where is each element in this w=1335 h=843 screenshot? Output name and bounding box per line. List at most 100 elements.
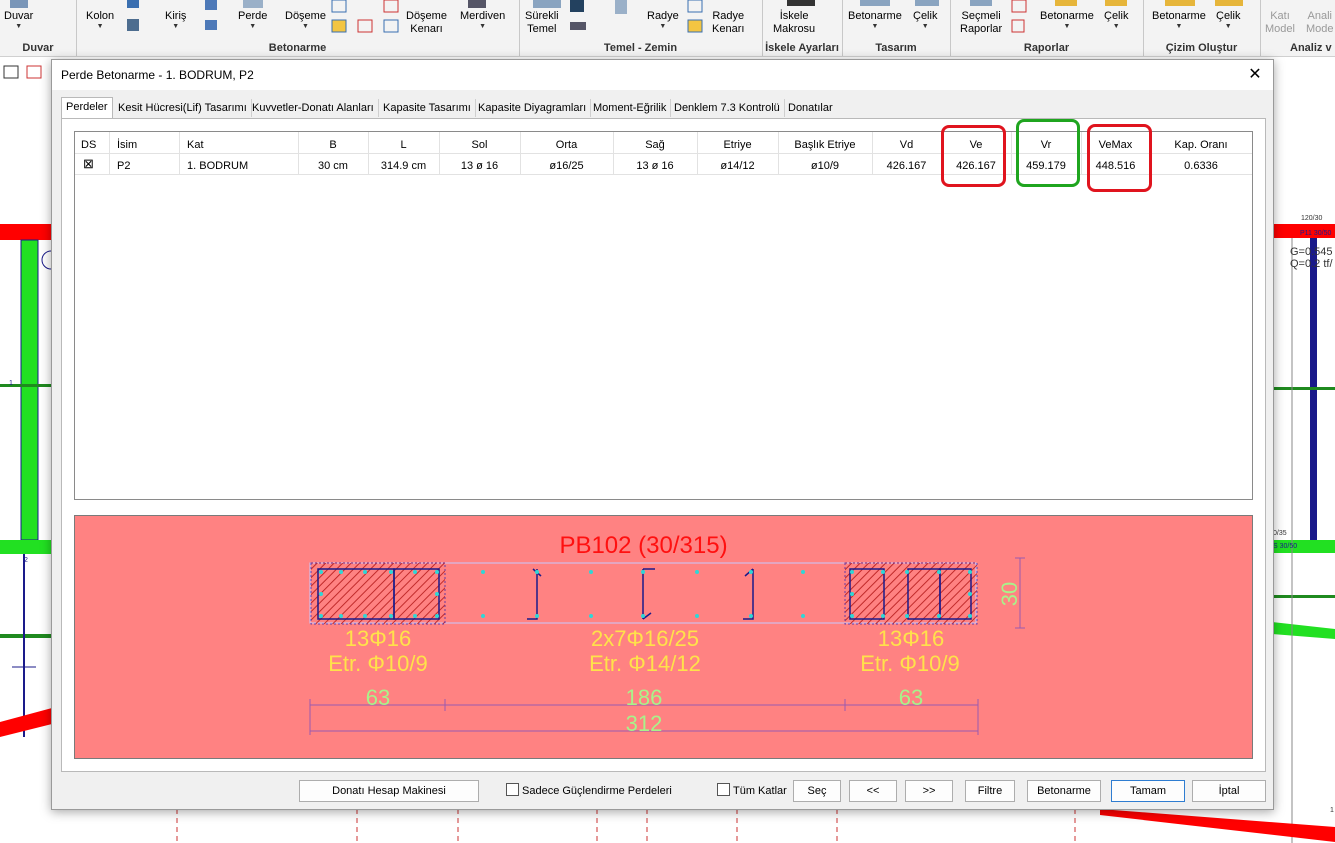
ribbon-separator (1260, 0, 1261, 56)
dimension-left: 63 (365, 685, 391, 710)
cell-isim[interactable]: P2 (117, 160, 130, 172)
ribbon-rapor-betonarme-button[interactable]: Betonarme ▼ (1040, 10, 1094, 30)
tab-kapasite-tasarimi[interactable]: Kapasite Tasarımı (379, 99, 476, 117)
ribbon-group-betonarme: Betonarme (268, 42, 327, 54)
ribbon-radye-button[interactable]: Radye ▼ (647, 10, 679, 30)
sadece-guclendirme-checkbox[interactable]: Sadece Güçlendirme Perdeleri (506, 783, 672, 798)
tab-panel-perdeler: DS İsim Kat B L Sol Orta Sağ Etriye Başl… (61, 118, 1266, 772)
close-icon[interactable]: ✕ (1245, 65, 1265, 85)
dialog-title: Perde Betonarme - 1. BODRUM, P2 (61, 68, 254, 82)
tab-kapasite-diyagramlari[interactable]: Kapasite Diyagramları (474, 99, 592, 117)
tab-kuvvetler-donati[interactable]: Kuvvetler-Donatı Alanları (248, 99, 379, 117)
column-header-l[interactable]: L (368, 139, 439, 151)
row-ds-checkbox[interactable]: ⊠ (83, 156, 94, 172)
cell-sol[interactable]: 13 ø 16 (439, 160, 520, 172)
tab-kesit-hucresi[interactable]: Kesit Hücresi(Lif) Tasarımı (114, 99, 252, 117)
next-button[interactable]: >> (905, 780, 953, 802)
column-header-orta[interactable]: Orta (520, 139, 613, 151)
checkbox-icon[interactable] (506, 783, 519, 796)
ribbon-tasarim-celik-button[interactable]: Çelik ▼ (913, 10, 937, 30)
cell-b[interactable]: 30 cm (298, 160, 368, 172)
section-preview: PB102 (30/315) 13Φ16 Etr. Φ10/9 2x7Φ16/2… (74, 515, 1253, 759)
middle-zone-stirrup: Etr. Φ14/12 (589, 651, 701, 676)
dimension-right: 63 (898, 685, 924, 710)
dimension-middle: 186 (625, 685, 663, 710)
perde-table[interactable]: DS İsim Kat B L Sol Orta Sağ Etriye Başl… (74, 119, 1253, 500)
cell-sag[interactable]: 13 ø 16 (613, 160, 697, 172)
cell-l[interactable]: 314.9 cm (368, 160, 439, 172)
ribbon-doseme-kenari-button[interactable]: Döşeme Kenarı (406, 10, 447, 36)
betonarme-button[interactable]: Betonarme (1027, 780, 1101, 802)
ribbon-cizim-betonarme-button[interactable]: Betonarme ▼ (1152, 10, 1206, 30)
column-header-kat[interactable]: Kat (187, 139, 204, 151)
tab-perdeler[interactable]: Perdeler (61, 97, 113, 119)
highlight-vr (1016, 119, 1080, 187)
cell-etriye[interactable]: ø14/12 (697, 160, 778, 172)
ribbon-group-iskele-ayarlari: İskele Ayarları (765, 42, 839, 54)
ribbon-merdiven-button[interactable]: Merdiven ▼ (460, 10, 505, 30)
drawing-label: 1 (9, 380, 13, 387)
column-header-b[interactable]: B (298, 139, 368, 151)
checkbox-label: Sadece Güçlendirme Perdeleri (522, 785, 672, 797)
filtre-button[interactable]: Filtre (965, 780, 1015, 802)
tamam-button[interactable]: Tamam (1111, 780, 1185, 802)
middle-zone-bars: 2x7Φ16/25 (590, 626, 700, 651)
dimension-total: 312 (625, 711, 663, 736)
ribbon-duvar-button[interactable]: Duvar ▼ (4, 10, 33, 30)
ribbon-kati-model-button[interactable]: Katı Model (1265, 10, 1295, 36)
ribbon-kiris-button[interactable]: Kiriş ▼ (165, 10, 186, 30)
column-header-isim[interactable]: İsim (117, 139, 137, 151)
cell-vd[interactable]: 426.167 (872, 160, 941, 172)
section-title: PB102 (30/315) (559, 532, 728, 559)
ribbon-group-analiz: Analiz v (1290, 42, 1332, 54)
ribbon-group-duvar: Duvar (22, 42, 54, 54)
tab-moment-egrilik[interactable]: Moment-Eğrilik (589, 99, 672, 117)
tum-katlar-checkbox[interactable]: Tüm Katlar (717, 783, 787, 798)
donati-hesap-makinesi-button[interactable]: Donatı Hesap Makinesi (299, 780, 479, 802)
cell-kat[interactable]: 1. BODRUM (187, 160, 248, 172)
ribbon-tasarim-betonarme-button[interactable]: Betonarme ▼ (848, 10, 902, 30)
column-header-ds[interactable]: DS (81, 139, 96, 151)
ribbon-analiz-model-button[interactable]: Anali Mode (1306, 10, 1334, 36)
sec-button[interactable]: Seç (793, 780, 841, 802)
ribbon-doseme-button[interactable]: Döşeme ▼ (285, 10, 326, 30)
highlight-vemax (1087, 124, 1152, 192)
dialog-titlebar[interactable]: Perde Betonarme - 1. BODRUM, P2 ✕ (52, 60, 1273, 90)
drawing-label: 0/35 (1273, 530, 1287, 537)
column-header-sol[interactable]: Sol (439, 139, 520, 151)
ribbon-kolon-button[interactable]: Kolon ▼ (86, 10, 114, 30)
ribbon-group-temel-zemin: Temel - Zemin (603, 42, 678, 54)
ribbon-surekli-temel-button[interactable]: Sürekli Temel (525, 10, 559, 36)
ribbon-group-cizim-olustur: Çizim Oluştur (1165, 42, 1238, 54)
column-header-etriye[interactable]: Etriye (697, 139, 778, 151)
drawing-label: P11 30/50 (1300, 230, 1332, 237)
column-header-baslik-etriye[interactable]: Başlık Etriye (778, 139, 872, 151)
column-header-vd[interactable]: Vd (872, 139, 941, 151)
column-header-kap-orani[interactable]: Kap. Oranı (1150, 139, 1252, 151)
ribbon-iskele-makrosu-button[interactable]: İskele Makrosu (773, 10, 815, 36)
column-header-sag[interactable]: Sağ (613, 139, 697, 151)
drawing-label: S 30/50 (1273, 543, 1298, 550)
iptal-button[interactable]: İptal (1192, 780, 1266, 802)
drawing-label: 120/30 (1301, 215, 1323, 222)
tab-donatilar[interactable]: Donatılar (784, 99, 837, 117)
perde-betonarme-dialog: Perde Betonarme - 1. BODRUM, P2 ✕ Perdel… (51, 59, 1274, 810)
cell-kap-orani[interactable]: 0.6336 (1150, 160, 1252, 172)
checkbox-icon[interactable] (717, 783, 730, 796)
right-zone-bars: 13Φ16 (877, 626, 945, 651)
ribbon-rapor-celik-button[interactable]: Çelik ▼ (1104, 10, 1128, 30)
ribbon-cizim-celik-button[interactable]: Çelik ▼ (1216, 10, 1240, 30)
highlight-ve (941, 125, 1006, 187)
ribbon-toolbar: Duvar ▼ Kolon ▼ Kiriş ▼ Perde ▼ Döşeme ▼ Döşe… (0, 0, 1335, 57)
left-zone-bars: 13Φ16 (344, 626, 412, 651)
drawing-label: Q=0.2 tf/ (1290, 258, 1333, 270)
cell-baslik-etriye[interactable]: ø10/9 (778, 160, 872, 172)
tab-denklem-7-3[interactable]: Denklem 7.3 Kontrolü (670, 99, 785, 117)
ribbon-radye-kenari-button[interactable]: Radye Kenarı (712, 10, 744, 36)
checkbox-label: Tüm Katlar (733, 785, 787, 797)
previous-button[interactable]: << (849, 780, 897, 802)
ribbon-secmeli-raporlar-button[interactable]: Seçmeli Raporlar (960, 10, 1002, 36)
ribbon-perde-button[interactable]: Perde ▼ (238, 10, 267, 30)
cell-orta[interactable]: ø16/25 (520, 160, 613, 172)
drawing-label: 1 (1330, 807, 1334, 814)
